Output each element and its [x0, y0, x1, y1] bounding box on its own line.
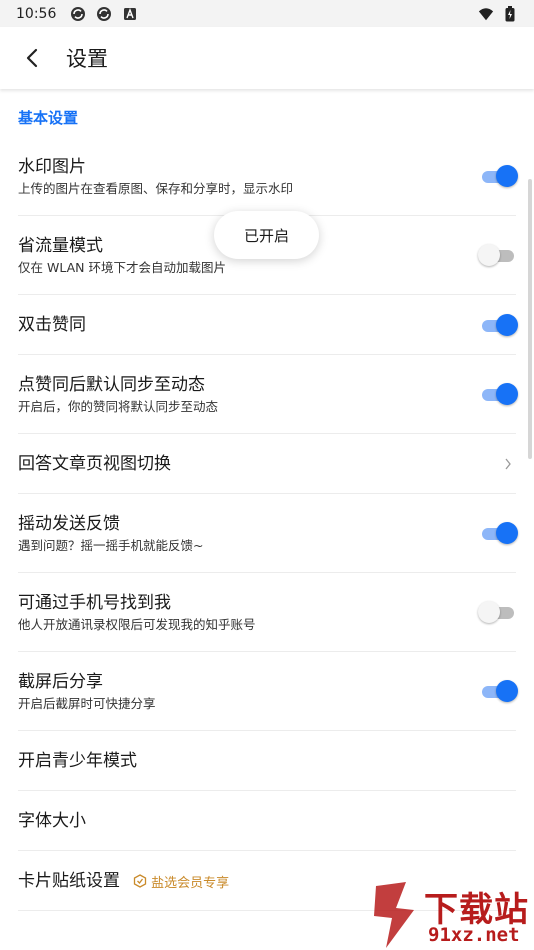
- setting-subtitle: 遇到问题？摇一摇手机就能反馈~: [18, 537, 204, 553]
- setting-subtitle: 仅在 WLAN 环境下才会自动加载图片: [18, 259, 226, 275]
- double-tap-toggle[interactable]: [480, 313, 518, 337]
- setting-font-size[interactable]: 字体大小: [18, 791, 516, 851]
- a-square-icon: [122, 6, 138, 22]
- setting-teen-mode[interactable]: 开启青少年模式: [18, 731, 516, 791]
- setting-title: 点赞同后默认同步至动态: [18, 374, 205, 395]
- setting-subtitle: 上传的图片在查看原图、保存和分享时，显示水印: [18, 180, 294, 196]
- vip-hexagon-icon: [133, 874, 147, 888]
- setting-view-switch[interactable]: 回答文章页视图切换: [18, 434, 516, 494]
- setting-find-by-phone[interactable]: 可通过手机号找到我 他人开放通讯录权限后可发现我的知乎账号: [18, 573, 516, 652]
- status-time: 10:56: [16, 5, 57, 22]
- setting-title: 卡片贴纸设置: [18, 870, 120, 891]
- watermark-toggle[interactable]: [480, 164, 518, 188]
- setting-title: 字体大小: [18, 810, 86, 831]
- chevron-right-icon: [500, 456, 516, 472]
- setting-watermark-image[interactable]: 水印图片 上传的图片在查看原图、保存和分享时，显示水印: [18, 137, 518, 216]
- sync-icon: [70, 6, 86, 22]
- setting-title: 可通过手机号找到我: [18, 592, 171, 613]
- setting-title: 双击赞同: [18, 314, 86, 335]
- setting-subtitle: 开启后截屏时可快捷分享: [18, 695, 156, 711]
- site-watermark: 下载站 91xz.net: [364, 878, 534, 950]
- shake-feedback-toggle[interactable]: [480, 521, 518, 545]
- setting-title: 水印图片: [18, 156, 86, 177]
- battery-icon: [502, 5, 518, 22]
- status-icons-right: [478, 5, 518, 22]
- vip-badge: 盐选会员专享: [133, 872, 229, 891]
- setting-title: 回答文章页视图切换: [18, 453, 171, 474]
- status-bar: 10:56: [0, 0, 534, 27]
- page-title: 设置: [66, 47, 108, 71]
- back-arrow-icon: [26, 48, 38, 68]
- setting-sync-upvote[interactable]: 点赞同后默认同步至动态 开启后，你的赞同将默认同步至动态: [18, 355, 518, 434]
- back-button[interactable]: [18, 44, 46, 72]
- setting-double-tap-upvote[interactable]: 双击赞同: [18, 295, 518, 355]
- setting-title: 截屏后分享: [18, 671, 103, 692]
- find-by-phone-toggle[interactable]: [478, 600, 516, 624]
- vip-badge-label: 盐选会员专享: [151, 875, 230, 891]
- screenshot-share-toggle[interactable]: [480, 679, 518, 703]
- sync-upvote-toggle[interactable]: [480, 382, 518, 406]
- scrollbar[interactable]: [528, 179, 532, 459]
- sync-icon: [96, 6, 112, 22]
- setting-title: 摇动发送反馈: [18, 513, 120, 534]
- top-app-bar: 设置: [0, 27, 534, 89]
- section-header-basic: 基本设置: [18, 109, 79, 127]
- settings-content[interactable]: 基本设置 水印图片 上传的图片在查看原图、保存和分享时，显示水印 省流量模式 仅…: [0, 89, 534, 950]
- status-icons-left: [70, 6, 138, 22]
- setting-subtitle: 开启后，你的赞同将默认同步至动态: [18, 398, 219, 414]
- setting-title: 开启青少年模式: [18, 750, 137, 771]
- watermark-text-url: 91xz.net: [428, 924, 520, 946]
- wifi-icon: [478, 6, 494, 22]
- setting-shake-feedback[interactable]: 摇动发送反馈 遇到问题？摇一摇手机就能反馈~: [18, 494, 518, 573]
- setting-subtitle: 他人开放通讯录权限后可发现我的知乎账号: [18, 616, 256, 632]
- data-saver-toggle[interactable]: [478, 243, 516, 267]
- watermark-logo-icon: [374, 882, 414, 948]
- setting-screenshot-share[interactable]: 截屏后分享 开启后截屏时可快捷分享: [18, 652, 518, 731]
- toast-message: 已开启: [214, 211, 319, 259]
